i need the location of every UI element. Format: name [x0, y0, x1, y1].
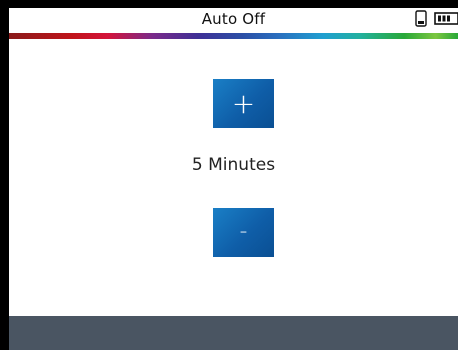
color-stripe — [9, 33, 458, 39]
battery-icon — [434, 12, 458, 25]
footer-bar — [9, 316, 458, 350]
decrease-button[interactable]: - — [213, 208, 274, 257]
page-title: Auto Off — [201, 10, 266, 28]
header-bar: Auto Off — [9, 8, 458, 33]
plus-icon: + — [231, 87, 256, 120]
minus-icon: - — [239, 219, 248, 244]
screen-frame-left — [0, 0, 9, 350]
screen-frame-top — [0, 0, 458, 8]
phone-icon — [415, 10, 427, 27]
increase-button[interactable]: + — [213, 79, 274, 128]
auto-off-value: 5 Minutes — [191, 155, 276, 175]
